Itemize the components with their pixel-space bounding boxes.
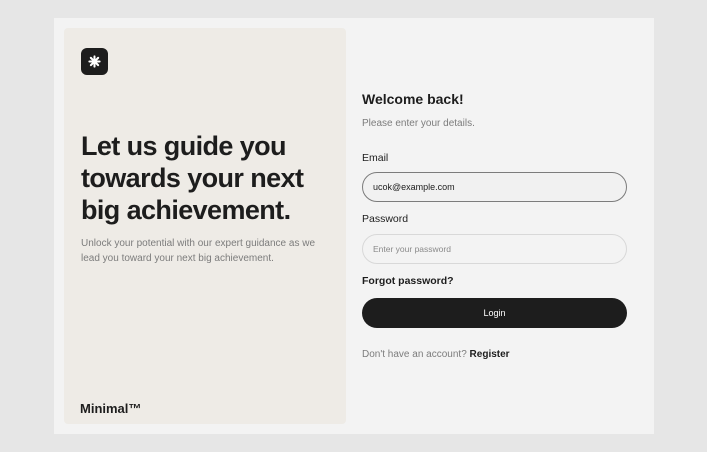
login-card: Let us guide you towards your next big a… xyxy=(54,18,654,434)
register-link[interactable]: Register xyxy=(470,349,510,360)
email-field[interactable] xyxy=(362,172,627,202)
register-prompt: Don't have an account? xyxy=(362,349,467,360)
hero-subtext: Unlock your potential with our expert gu… xyxy=(81,238,316,264)
forgot-password-link[interactable]: Forgot password? xyxy=(362,275,454,287)
logo-badge xyxy=(81,48,108,75)
form-subtitle: Please enter your details. xyxy=(362,118,475,129)
hero-panel: Let us guide you towards your next big a… xyxy=(64,28,346,424)
hero-headline: Let us guide you towards your next big a… xyxy=(81,131,304,225)
brand-name: Minimal™ xyxy=(80,401,142,416)
form-title: Welcome back! xyxy=(362,91,464,107)
register-row: Don't have an account? Register xyxy=(362,349,510,360)
login-form: Welcome back! Please enter your details.… xyxy=(362,18,630,434)
password-field[interactable] xyxy=(362,234,627,264)
login-button[interactable]: Login xyxy=(362,298,627,328)
asterisk-icon xyxy=(88,55,101,68)
email-label: Email xyxy=(362,152,389,164)
password-label: Password xyxy=(362,213,409,225)
